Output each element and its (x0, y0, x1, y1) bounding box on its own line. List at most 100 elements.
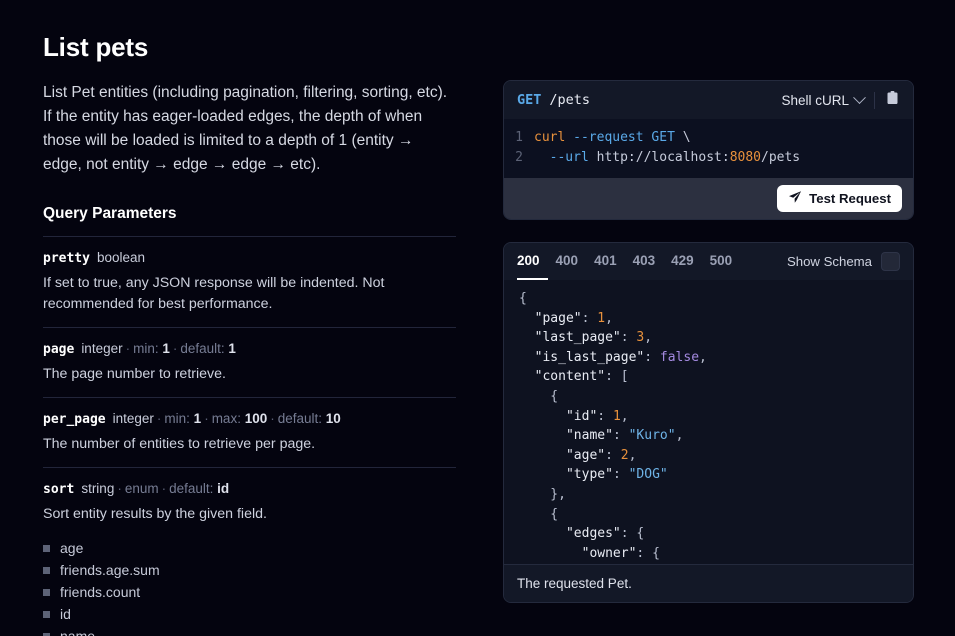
parameter-meta-value: id (213, 481, 230, 497)
status-tab-401[interactable]: 401 (586, 243, 625, 280)
json-token: : (644, 349, 660, 365)
json-token: "DOG" (628, 467, 668, 483)
code-token: 8080 (729, 150, 761, 165)
parameter-header: sort string · enum · default: id (43, 479, 456, 499)
parameter-meta-key: max: (211, 411, 241, 427)
response-footer-text: The requested Pet. (504, 564, 913, 602)
meta-separator: · (161, 481, 167, 497)
chevron-down-icon (853, 90, 866, 104)
code-line: 1 curl --request GET \ (504, 128, 913, 148)
json-token: : { (620, 526, 645, 542)
enum-item-label: friends.age.sum (60, 561, 160, 578)
json-token: : (581, 310, 598, 326)
api-docs-page: List pets List Pet entities (including p… (0, 0, 955, 636)
status-tab-403[interactable]: 403 (625, 243, 664, 280)
parameter-meta-key: default: (277, 411, 323, 427)
json-token: 1 (612, 408, 621, 424)
json-token: "is_last_page" (534, 349, 645, 365)
test-request-label: Test Request (809, 191, 891, 206)
json-token: , (644, 330, 653, 346)
square-bullet-icon (43, 610, 50, 618)
code-token: /pets (761, 150, 801, 165)
parameter-type: integer (81, 341, 123, 357)
enum-item: id (43, 603, 456, 625)
code-token: --request (573, 130, 644, 145)
code-content: --url http://localhost:8080/pets (534, 148, 800, 168)
code-token: \ (682, 130, 691, 145)
parameter-meta-value: 1 (224, 341, 236, 357)
enum-value-list: age friends.age.sum friends.count id name (43, 537, 456, 636)
parameter-meta-key: min: (133, 341, 159, 357)
parameter-description: Sort entity results by the given field. (43, 506, 267, 523)
status-tab-500[interactable]: 500 (702, 243, 741, 280)
test-request-button[interactable]: Test Request (777, 185, 902, 212)
parameter-pretty: pretty boolean If set to true, any JSON re… (43, 236, 456, 327)
enum-item: friends.age.sum (43, 559, 456, 581)
square-bullet-icon (43, 566, 50, 574)
json-token: 1 (597, 310, 606, 326)
meta-separator: · (125, 341, 131, 357)
json-token: : (605, 447, 621, 463)
query-parameters-list: pretty boolean If set to true, any JSON re… (43, 236, 456, 636)
json-line: "name": "Kuro", (519, 426, 913, 446)
status-tab-400[interactable]: 400 (548, 243, 587, 280)
parameter-description: The page number to retrieve. (43, 366, 226, 383)
status-tab-200[interactable]: 200 (517, 243, 548, 280)
code-token: http://localhost: (596, 150, 730, 165)
meta-separator: · (117, 481, 122, 497)
show-schema-toggle[interactable] (881, 252, 900, 271)
response-body[interactable]: { "page": 1, "last_page": 3, "is_last_pa… (504, 280, 913, 564)
parameter-type: integer (112, 411, 154, 427)
status-tab-429[interactable]: 429 (663, 243, 702, 280)
json-token: "id" (565, 408, 598, 424)
clipboard-icon[interactable] (885, 90, 900, 111)
request-header-actions: Shell cURL (781, 90, 900, 111)
json-line: "page": 1, (519, 309, 913, 329)
json-token: { (519, 388, 559, 404)
language-selector[interactable]: Shell cURL (781, 90, 866, 108)
json-line: "content": [ (519, 367, 913, 387)
status-tabs: 200 400 401 403 429 500 (517, 243, 740, 280)
enum-item: friends.count (43, 581, 456, 603)
json-token: : (597, 408, 613, 424)
json-token: , (628, 447, 637, 463)
json-token: : (612, 428, 629, 444)
parameter-name: sort (43, 482, 75, 498)
parameter-meta-value: 10 (322, 411, 341, 427)
schema-toggle-group: Show Schema (787, 252, 900, 271)
json-line: "id": 1, (519, 407, 913, 427)
parameter-name: per_page (43, 412, 106, 428)
json-token: "type" (565, 467, 613, 483)
show-schema-label: Show Schema (786, 254, 872, 269)
json-token: : (620, 330, 637, 346)
json-token: "owner" (581, 545, 637, 561)
code-token: GET (651, 130, 675, 145)
line-number: 1 (515, 130, 523, 145)
parameter-meta-key: default: (169, 481, 214, 497)
request-path: /pets (549, 92, 591, 108)
enum-item-label: id (60, 605, 71, 622)
square-bullet-icon (43, 544, 50, 552)
enum-item-label: age (60, 539, 84, 556)
json-token: , (675, 428, 684, 444)
json-token: "name" (565, 428, 613, 444)
parameter-meta-value: 1 (158, 341, 170, 357)
parameter-name: page (43, 342, 75, 358)
square-bullet-icon (43, 588, 50, 596)
line-number: 2 (515, 150, 523, 165)
meta-separator: · (270, 411, 275, 427)
parameter-meta-value: 100 (240, 411, 268, 427)
endpoint-description: List Pet entities (including pagination,… (43, 84, 448, 174)
code-token: --url (549, 150, 589, 165)
json-token: "edges" (565, 526, 621, 542)
json-token: { (519, 506, 559, 522)
request-method: GET (517, 92, 542, 108)
